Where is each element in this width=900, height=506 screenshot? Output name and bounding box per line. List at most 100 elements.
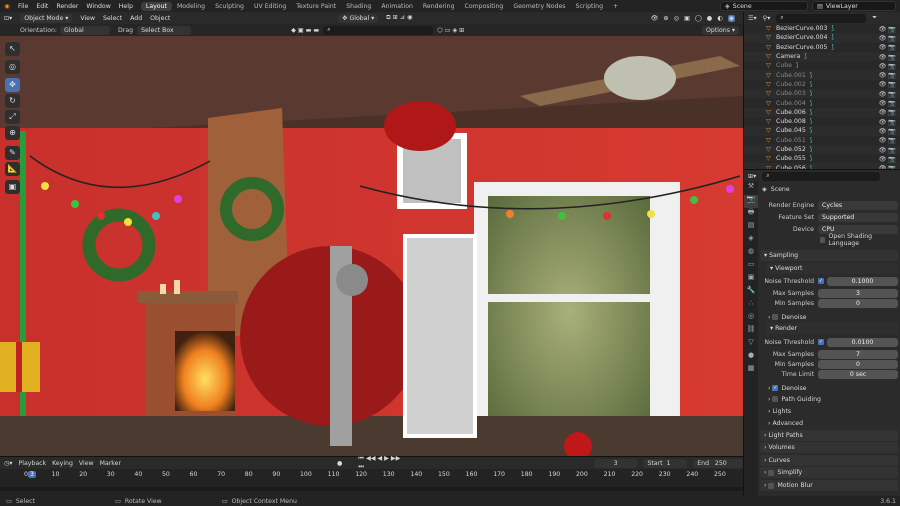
start-frame-field[interactable]: Start 1 <box>643 458 688 468</box>
viewport-max-field[interactable]: 3 <box>818 288 898 298</box>
workspace-tab[interactable]: Shading <box>341 2 376 11</box>
workspace-tab[interactable]: Texture Paint <box>291 2 341 11</box>
options-dropdown[interactable]: Options ▾ <box>702 25 739 35</box>
visibility-icon[interactable]: 👁 📷 <box>878 62 896 70</box>
timeline-type-icon[interactable]: ◷▾ <box>4 460 13 467</box>
gizmo-icon[interactable]: ⊕ <box>663 15 668 22</box>
outliner-row[interactable]: ▽ Cube ⟆ 👁 📷 <box>744 61 900 70</box>
visibility-icon[interactable]: 👁 📷 <box>878 155 896 163</box>
path-guiding-row[interactable]: › Path Guiding <box>768 394 898 404</box>
properties-search-input[interactable]: ⌕ <box>762 171 881 181</box>
shading-solid-icon[interactable]: ● <box>707 15 712 22</box>
outliner-row[interactable]: ▽ BezierCurve.004 ⟆ 👁 📷 <box>744 33 900 43</box>
curves-section[interactable]: › Curves <box>760 455 898 466</box>
move-tool-icon[interactable]: ✥ <box>5 78 20 92</box>
lights-row[interactable]: › Lights <box>768 406 898 416</box>
view-layer-selector[interactable]: ▤ ViewLayer <box>812 1 896 11</box>
visibility-icon[interactable]: 👁 📷 <box>878 108 896 116</box>
visibility-icon[interactable]: 👁 📷 <box>878 99 896 107</box>
visibility-icon[interactable]: 👁 📷 <box>878 127 896 135</box>
menu-window[interactable]: Window <box>82 3 114 10</box>
object-menu[interactable]: Object <box>146 15 174 22</box>
shading-rendered-icon[interactable]: ◉ <box>727 14 735 22</box>
outliner-row[interactable]: ▽ Cube.008 ⟆ 👁 📷 <box>744 117 900 126</box>
sampling-section[interactable]: ▾ Sampling <box>760 250 898 261</box>
menu-help[interactable]: Help <box>115 3 137 10</box>
playback-controls[interactable]: ⏮ ◀◀ ◀ ▶ ▶▶ ⏭ <box>358 455 407 471</box>
shading-wire-icon[interactable]: ◯ <box>695 15 702 22</box>
snap-icon[interactable]: ⧉ ⊞ ⊿ ◉ <box>382 14 416 22</box>
outliner-row[interactable]: ▽ Camera ⟆ 👁 📷 <box>744 51 900 62</box>
visibility-icon[interactable]: 👁 📷 <box>878 34 896 42</box>
select-menu[interactable]: Select <box>99 15 126 22</box>
visibility-icon[interactable]: 👁 📷 <box>878 80 896 88</box>
feature-set-dropdown[interactable]: Supported <box>818 212 898 222</box>
mode-dropdown[interactable]: Object Mode ▾ <box>16 13 76 23</box>
scale-tool-icon[interactable]: ⤢ <box>5 110 20 124</box>
view-layer-tab-icon[interactable]: ▤ <box>744 221 758 234</box>
workspace-tab[interactable]: Rendering <box>418 2 460 11</box>
timeline-scrollbar[interactable] <box>0 487 743 491</box>
render-noise-checkbox[interactable]: ✓ <box>818 339 824 345</box>
time-limit-field[interactable]: 0 sec <box>818 369 898 379</box>
light-paths-section[interactable]: › Light Paths <box>760 430 898 441</box>
visibility-icon[interactable]: 👁 📷 <box>878 146 896 154</box>
outliner-row[interactable]: ▽ BezierCurve.003 ⟆ 👁 📷 <box>744 24 900 33</box>
workspace-tab[interactable]: + <box>608 2 623 11</box>
properties-type-icon[interactable]: ⊞▾ <box>748 173 756 180</box>
workspace-tab[interactable]: Layout <box>140 1 172 11</box>
viewport-noise-checkbox[interactable]: ✓ <box>818 278 824 284</box>
tool-tab-icon[interactable]: ⚒ <box>744 182 758 195</box>
transform-orientation-dropdown[interactable]: ✥ Global ▾ <box>334 13 382 23</box>
workspace-tab[interactable]: Sculpting <box>210 2 249 11</box>
3d-viewport[interactable]: ↖ ◎ ✥ ↻ ⤢ ⊕ ✎ 📐 ▣ <box>0 36 743 456</box>
keying-menu[interactable]: Keying <box>52 460 73 467</box>
osl-checkbox[interactable]: Open Shading Language <box>820 233 898 247</box>
cursor-tool-icon[interactable]: ◎ <box>5 60 20 74</box>
menu-render[interactable]: Render <box>52 3 82 10</box>
viewport-subsection[interactable]: ▾ Viewport <box>766 263 898 274</box>
physics-tab-icon[interactable]: ◎ <box>744 312 758 325</box>
marker-menu[interactable]: Marker <box>100 460 121 467</box>
viewport-denoise-row[interactable]: › Denoise <box>768 312 898 322</box>
outliner-row[interactable]: ▽ Cube.051 ⟆ 👁 📷 <box>744 136 900 145</box>
view-menu[interactable]: View <box>79 460 94 467</box>
orientation-dropdown[interactable]: Global <box>60 25 111 35</box>
record-icon[interactable]: ● <box>337 460 342 467</box>
outliner-row[interactable]: ▽ Cube.004 ⟆ 👁 📷 <box>744 98 900 108</box>
add-menu[interactable]: Add <box>126 15 146 22</box>
xray-icon[interactable]: ▣ <box>684 15 690 22</box>
select-tool-icon[interactable]: ↖ <box>5 42 20 56</box>
outliner-type-icon[interactable]: ☰▾ <box>748 15 757 22</box>
blender-logo-icon[interactable]: ◉ <box>0 3 14 10</box>
viewport-noise-field[interactable]: 0.1000 <box>827 276 898 286</box>
overlay-icon[interactable]: ◎ <box>674 15 679 22</box>
outliner-row[interactable]: ▽ Cube.055 ⟆ 👁 📷 <box>744 154 900 163</box>
data-tab-icon[interactable]: ▽ <box>744 338 758 351</box>
scene-selector[interactable]: ◈ Scene <box>720 1 808 11</box>
visibility-icon[interactable]: 👁 📷 <box>878 90 896 98</box>
world-tab-icon[interactable]: ◍ <box>744 247 758 260</box>
menu-file[interactable]: File <box>14 3 32 10</box>
filter-icon[interactable]: ⚲▾ <box>763 15 771 22</box>
playback-menu[interactable]: Playback <box>19 460 47 467</box>
workspace-tab[interactable]: Scripting <box>571 2 609 11</box>
visibility-icon[interactable]: 👁 📷 <box>878 25 896 33</box>
transform-pivot-icons[interactable]: ⬡ ▭ ◈ ⊞ <box>437 27 464 34</box>
workspace-tab[interactable]: Geometry Nodes <box>508 2 570 11</box>
constraints-tab-icon[interactable]: ⛓ <box>744 325 758 338</box>
search-input[interactable]: ⌕ <box>323 25 434 35</box>
render-max-field[interactable]: 7 <box>818 349 898 359</box>
outliner-row[interactable]: ▽ Cube.052 ⟆ 👁 📷 <box>744 144 900 155</box>
particles-tab-icon[interactable]: ∴ <box>744 299 758 312</box>
object-tab-icon[interactable]: ▣ <box>744 273 758 286</box>
collection-tab-icon[interactable]: ▭ <box>744 260 758 273</box>
transform-tool-icon[interactable]: ⊕ <box>5 126 20 140</box>
current-frame-field[interactable]: 3 <box>593 458 638 468</box>
view-menu[interactable]: View <box>76 15 99 22</box>
outliner-row[interactable]: ▽ Cube.001 ⟆ 👁 📷 <box>744 70 900 80</box>
visibility-icon[interactable]: 👁 📷 <box>878 118 896 126</box>
outliner-row[interactable]: ▽ Cube.003 ⟆ 👁 📷 <box>744 89 900 99</box>
advanced-row[interactable]: › Advanced <box>768 418 898 428</box>
texture-tab-icon[interactable]: ▦ <box>744 364 758 377</box>
